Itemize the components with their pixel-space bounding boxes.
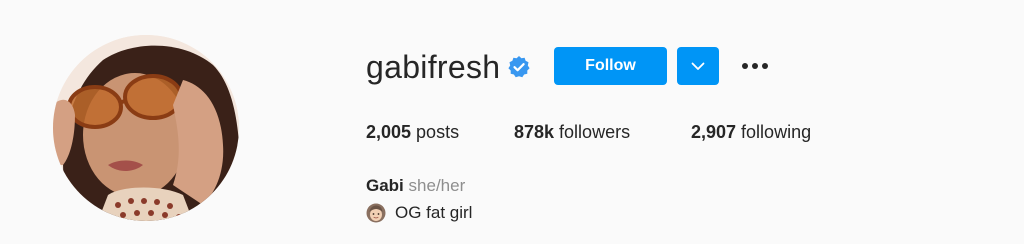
- suggested-accounts-dropdown-button[interactable]: [677, 47, 719, 85]
- posts-count: 2,005: [366, 122, 412, 142]
- profile-username: gabifresh: [366, 49, 501, 85]
- posts-label: posts: [411, 122, 460, 142]
- avatar-photo: [53, 35, 239, 221]
- following-stat[interactable]: 2,907 following: [691, 120, 811, 144]
- more-options-icon: [742, 63, 768, 69]
- followers-count: 878k: [514, 122, 555, 142]
- posts-stat[interactable]: 2,005 posts: [366, 120, 459, 144]
- verified-badge-icon: [508, 56, 530, 78]
- follow-button[interactable]: Follow: [554, 47, 667, 85]
- following-count: 2,907: [691, 122, 737, 142]
- profile-avatar[interactable]: [53, 35, 239, 221]
- bio-text: OG fat girl: [395, 203, 473, 222]
- following-label: following: [736, 122, 812, 142]
- more-options-button[interactable]: [738, 53, 772, 79]
- bio-name-line: Gabi she/her: [366, 175, 465, 197]
- bio-pronouns: she/her: [408, 176, 466, 195]
- followers-stat[interactable]: 878k followers: [514, 120, 630, 144]
- chevron-down-icon: [691, 62, 705, 70]
- bio-name: Gabi: [366, 176, 404, 195]
- woman-face-emoji-icon: [366, 203, 386, 223]
- followers-label: followers: [554, 122, 631, 142]
- bio-text-line: OG fat girl: [366, 202, 472, 224]
